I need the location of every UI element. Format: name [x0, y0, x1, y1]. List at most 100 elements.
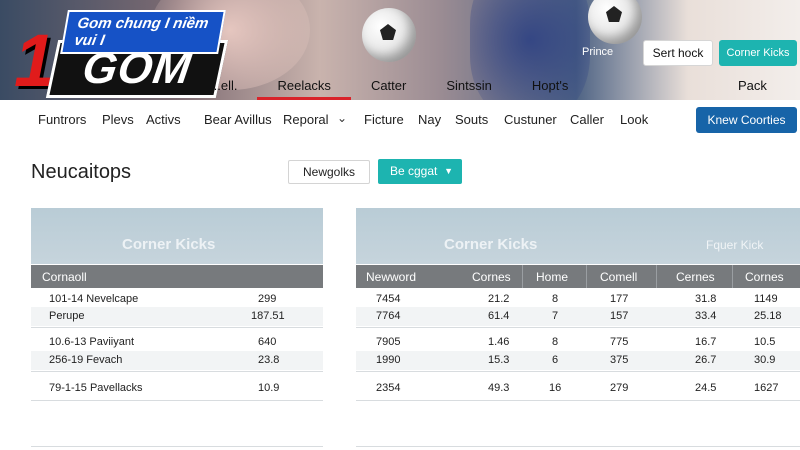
column-header[interactable]: Cornaoll: [42, 270, 87, 284]
column-header[interactable]: Cornes: [472, 270, 511, 284]
cell: 49.3: [488, 382, 510, 394]
main-nav: Funtrors Plevs Activs Bear Avillus Repor…: [0, 104, 800, 136]
row-name: 101-14 Nevelcape: [49, 293, 139, 305]
cell: 25.18: [754, 310, 782, 322]
nav-item[interactable]: Plevs: [102, 112, 134, 127]
section-divider: [356, 446, 800, 447]
cell: 16.7: [695, 336, 717, 348]
left-table-banner: Corner Kicks: [31, 208, 323, 264]
soccer-ball-icon: [588, 0, 642, 44]
cell: 61.4: [488, 310, 510, 322]
row-name: 10.6-13 Paviiyant: [49, 336, 134, 348]
right-table-title: Corner Kicks: [444, 236, 538, 253]
row-name: 79-1-15 Pavellacks: [49, 382, 143, 394]
left-table-header: Cornaoll: [31, 265, 323, 288]
cell: 1149: [754, 293, 778, 305]
table-row: 7764 61.4 7 157 33.4 25.18: [356, 307, 800, 326]
cell: 24.5: [695, 382, 717, 394]
cell: 1990: [376, 354, 401, 366]
row-name: 256-19 Fevach: [49, 354, 123, 366]
hero-nav-item[interactable]: ...ell.: [190, 72, 257, 100]
cell: 21.2: [488, 293, 510, 305]
nav-item[interactable]: Souts: [455, 112, 488, 127]
row-value: 187.51: [251, 310, 285, 322]
table-row: 7905 1.46 8 775 16.7 10.5: [356, 333, 800, 352]
cell: 7905: [376, 336, 401, 348]
nav-item[interactable]: Nay: [418, 112, 441, 127]
logo-tagline: Gom chung I niềm vui I: [60, 10, 226, 54]
secondary-button[interactable]: Sert hock: [643, 40, 713, 66]
nav-item[interactable]: Ficture: [364, 112, 404, 127]
column-header[interactable]: Cernes: [676, 270, 715, 284]
row-value: 23.8: [258, 354, 280, 366]
column-header[interactable]: Comell: [600, 270, 637, 284]
hero-label: Prince: [582, 46, 614, 58]
hero-nav-item[interactable]: Hopt's: [512, 72, 588, 100]
nav-item[interactable]: Bear Avillus: [204, 112, 272, 127]
section-divider: [31, 446, 323, 447]
table-row: 79-1-15 Pavellacks 10.9: [31, 379, 323, 398]
corner-kicks-button[interactable]: Corner Kicks: [719, 40, 797, 66]
row-divider: [31, 327, 323, 328]
nav-item[interactable]: Custuner: [504, 112, 557, 127]
row-divider: [356, 400, 800, 401]
cell: 1627: [754, 382, 779, 394]
nav-item[interactable]: Funtrors: [38, 112, 86, 127]
right-table-header: Newword Cornes Home Comell Cernes Cornes: [356, 265, 800, 288]
right-table-banner: Corner Kicks Fquer Kick: [356, 208, 800, 264]
nav-item[interactable]: Reporal: [283, 112, 329, 127]
table-row: Perupe 187.51: [31, 307, 323, 326]
row-value: 640: [258, 336, 277, 348]
chevron-down-icon[interactable]: ⌄: [337, 111, 347, 125]
cell: 10.5: [754, 336, 776, 348]
chevron-down-icon: ▼: [444, 166, 453, 176]
nav-item[interactable]: Caller: [570, 112, 604, 127]
category-dropdown[interactable]: Be cggat ▼: [378, 159, 462, 184]
left-table-title: Corner Kicks: [122, 236, 216, 253]
table-row: 256-19 Fevach 23.8: [31, 351, 323, 370]
cell: 177: [610, 293, 629, 305]
page-title: Neucaitops: [31, 161, 132, 183]
cell: 31.8: [695, 293, 717, 305]
cell: 33.4: [695, 310, 717, 322]
cell: 26.7: [695, 354, 717, 366]
cell: 8: [552, 293, 559, 305]
row-value: 10.9: [258, 382, 280, 394]
cta-button[interactable]: Knew Coorties: [696, 107, 797, 133]
cell: 1.46: [488, 336, 510, 348]
dropdown-label: Be cggat: [390, 164, 438, 178]
cell: 2354: [376, 382, 401, 394]
cell: 30.9: [754, 354, 776, 366]
column-divider: [586, 265, 587, 288]
hero-banner: 1 GOM Gom chung I niềm vui I Prince ...e…: [0, 0, 800, 100]
nav-item[interactable]: Look: [620, 112, 648, 127]
row-divider: [356, 371, 800, 372]
cell: 15.3: [488, 354, 510, 366]
cell: 375: [610, 354, 629, 366]
column-header[interactable]: Cornes: [745, 270, 784, 284]
filter-select[interactable]: Newgolks: [288, 160, 370, 184]
column-divider: [522, 265, 523, 288]
column-divider: [732, 265, 733, 288]
cell: 16: [549, 382, 562, 394]
hero-nav-item[interactable]: Sintssin: [426, 72, 512, 100]
row-divider: [31, 400, 323, 401]
column-header[interactable]: Newword: [366, 270, 416, 284]
cell: 7: [552, 310, 559, 322]
cell: 7764: [376, 310, 401, 322]
table-row: 1990 15.3 6 375 26.7 30.9: [356, 351, 800, 370]
hero-nav-item-active[interactable]: Reelacks: [257, 72, 351, 100]
right-table-side-label: Fquer Kick: [706, 238, 764, 252]
soccer-ball-icon: [362, 8, 416, 62]
hero-pack-link[interactable]: Pack: [738, 78, 767, 93]
column-divider: [656, 265, 657, 288]
nav-item[interactable]: Activs: [146, 112, 181, 127]
row-value: 299: [258, 293, 277, 305]
column-header[interactable]: Home: [536, 270, 568, 284]
table-row: 10.6-13 Paviiyant 640: [31, 333, 323, 352]
hero-nav-item[interactable]: Catter: [351, 72, 426, 100]
cell: 6: [552, 354, 559, 366]
row-divider: [356, 327, 800, 328]
cell: 7454: [376, 293, 401, 305]
row-name: Perupe: [49, 310, 85, 322]
